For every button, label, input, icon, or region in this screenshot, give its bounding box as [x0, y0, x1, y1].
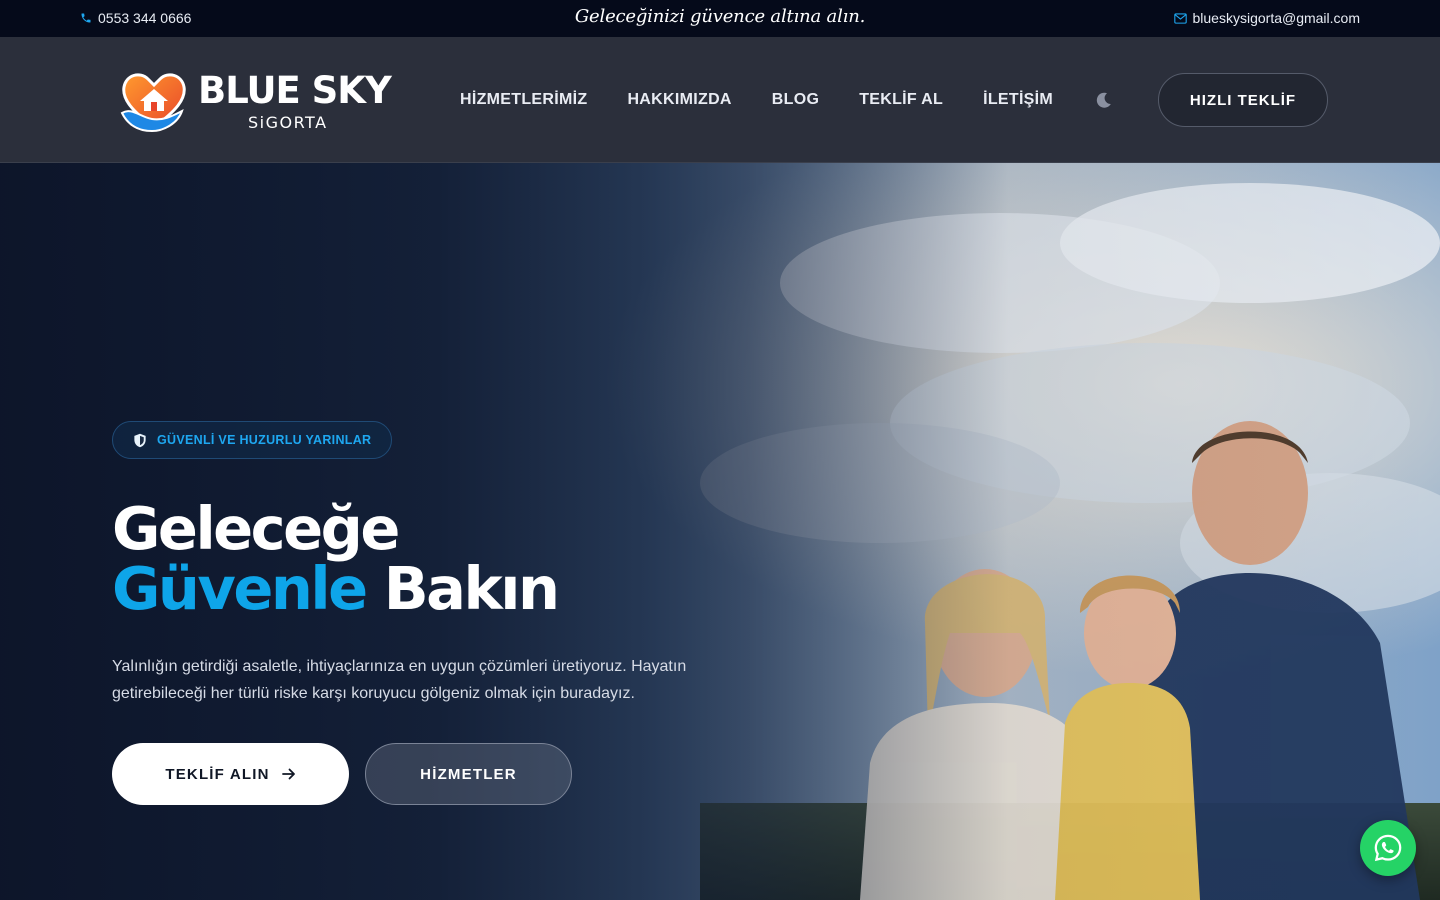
main-header: BLUE SKY SiGORTA HİZMETLERİMİZ HAKKIMIZD… — [0, 37, 1440, 163]
arrow-right-icon — [281, 768, 295, 780]
hero-description: Yalınlığın getirdiği asaletle, ihtiyaçla… — [112, 658, 687, 702]
hero-badge: GÜVENLİ VE HUZURLU YARINLAR — [112, 421, 393, 459]
top-bar: 0553 344 0666 Geleceğinizi güvence altın… — [0, 0, 1440, 37]
logo-mark-icon — [120, 73, 186, 133]
primary-nav: HİZMETLERİMİZ HAKKIMIZDA BLOG TEKLİF AL … — [460, 37, 1053, 163]
whatsapp-icon — [1374, 834, 1402, 862]
logo-subtitle: SiGORTA — [248, 113, 328, 132]
nav-item-services[interactable]: HİZMETLERİMİZ — [460, 91, 587, 109]
shield-icon — [134, 433, 146, 447]
email-address: blueskysigorta@gmail.com — [1192, 10, 1361, 26]
get-quote-label: TEKLİF ALIN — [165, 765, 270, 783]
hero-title-line1: Geleceğe — [112, 494, 400, 563]
nav-item-about[interactable]: HAKKIMIZDA — [627, 91, 731, 109]
hero-title-accent: Güvenle — [112, 554, 368, 623]
whatsapp-button[interactable] — [1360, 820, 1416, 876]
nav-item-quote[interactable]: TEKLİF AL — [859, 91, 943, 109]
hero-title-rest: Bakın — [365, 554, 560, 623]
get-quote-button[interactable]: TEKLİF ALIN — [112, 743, 349, 805]
envelope-icon — [1173, 12, 1187, 24]
moon-icon[interactable] — [1094, 90, 1114, 110]
nav-item-blog[interactable]: BLOG — [772, 91, 819, 109]
hero-title: Geleceğe Güvenle Bakın — [112, 499, 560, 619]
top-email[interactable]: blueskysigorta@gmail.com — [1173, 10, 1361, 26]
hero-section: GÜVENLİ VE HUZURLU YARINLAR Geleceğe Güv… — [0, 163, 1440, 900]
nav-item-contact[interactable]: İLETİŞİM — [983, 91, 1053, 109]
brand-logo[interactable]: BLUE SKY SiGORTA — [118, 67, 398, 135]
hero-badge-label: GÜVENLİ VE HUZURLU YARINLAR — [157, 433, 372, 447]
logo-title: BLUE SKY — [198, 69, 392, 112]
services-button[interactable]: HİZMETLER — [365, 743, 572, 805]
quick-quote-button[interactable]: HIZLI TEKLİF — [1158, 73, 1328, 127]
